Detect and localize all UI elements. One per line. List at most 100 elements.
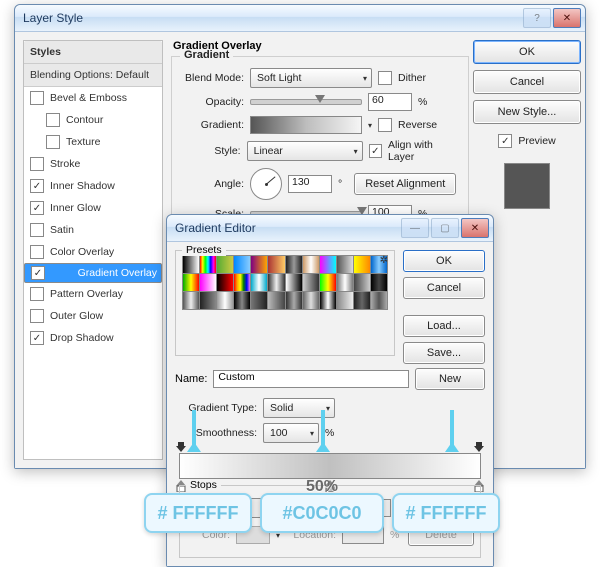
- stops-label: Stops: [186, 479, 221, 491]
- style-item[interactable]: Contour: [24, 109, 162, 131]
- new-style-button[interactable]: New Style...: [473, 100, 581, 124]
- preset-swatch[interactable]: [251, 256, 267, 273]
- style-item[interactable]: Inner Glow: [24, 197, 162, 219]
- preview-checkbox[interactable]: [498, 134, 512, 148]
- gradient-bar[interactable]: [179, 453, 481, 479]
- align-checkbox[interactable]: [369, 144, 382, 158]
- close-icon[interactable]: ✕: [461, 218, 489, 238]
- gradient-swatch[interactable]: [250, 116, 362, 134]
- preset-swatch[interactable]: [286, 256, 302, 273]
- reverse-checkbox[interactable]: [378, 118, 392, 132]
- preset-swatch[interactable]: [371, 292, 387, 309]
- style-item[interactable]: Outer Glow: [24, 305, 162, 327]
- style-item-checkbox[interactable]: [30, 331, 44, 345]
- style-item-checkbox[interactable]: [46, 135, 60, 149]
- opacity-slider[interactable]: [250, 99, 362, 105]
- preset-swatch[interactable]: [320, 274, 336, 291]
- preset-swatch[interactable]: [268, 274, 284, 291]
- preset-swatch[interactable]: [303, 256, 319, 273]
- style-item-checkbox[interactable]: [30, 179, 44, 193]
- style-item[interactable]: Color Overlay: [24, 241, 162, 263]
- preset-swatch[interactable]: [268, 292, 284, 309]
- preset-swatch[interactable]: [371, 274, 387, 291]
- style-item[interactable]: Satin: [24, 219, 162, 241]
- styles-header[interactable]: Styles: [24, 41, 162, 64]
- style-item-checkbox[interactable]: [30, 201, 44, 215]
- style-item-checkbox[interactable]: [30, 245, 44, 259]
- preset-swatch[interactable]: [217, 256, 233, 273]
- group-title: Gradient: [180, 49, 233, 61]
- preset-swatch[interactable]: [337, 292, 353, 309]
- style-item[interactable]: Texture: [24, 131, 162, 153]
- preset-swatch[interactable]: [320, 292, 336, 309]
- preset-swatch[interactable]: [354, 274, 370, 291]
- preset-swatch[interactable]: [320, 256, 336, 273]
- preset-swatch[interactable]: [217, 292, 233, 309]
- preset-swatch[interactable]: [354, 292, 370, 309]
- angle-label: Angle:: [182, 178, 244, 190]
- ge-cancel-button[interactable]: Cancel: [403, 277, 485, 299]
- style-item-checkbox[interactable]: [30, 91, 44, 105]
- callout-right: # FFFFFF: [392, 493, 500, 533]
- preset-swatch[interactable]: [183, 256, 199, 273]
- preset-swatch[interactable]: [183, 292, 199, 309]
- preset-swatch[interactable]: [183, 274, 199, 291]
- preset-swatch[interactable]: [337, 256, 353, 273]
- close-icon[interactable]: ✕: [553, 8, 581, 28]
- new-button[interactable]: New: [415, 368, 485, 390]
- preset-swatch[interactable]: [251, 274, 267, 291]
- reset-alignment-button[interactable]: Reset Alignment: [354, 173, 456, 195]
- preset-swatch[interactable]: [217, 274, 233, 291]
- maximize-icon[interactable]: ▢: [431, 218, 459, 238]
- name-input[interactable]: Custom: [213, 370, 409, 388]
- preset-swatch[interactable]: [234, 274, 250, 291]
- style-item-checkbox[interactable]: [31, 266, 45, 280]
- preset-swatch[interactable]: [234, 256, 250, 273]
- blending-options-header[interactable]: Blending Options: Default: [24, 64, 162, 87]
- cancel-button[interactable]: Cancel: [473, 70, 581, 94]
- style-select[interactable]: Linear▾: [247, 141, 363, 161]
- ok-button[interactable]: OK: [473, 40, 581, 64]
- style-item-checkbox[interactable]: [30, 309, 44, 323]
- ge-ok-button[interactable]: OK: [403, 250, 485, 272]
- style-item[interactable]: Inner Shadow: [24, 175, 162, 197]
- preset-swatch[interactable]: [286, 292, 302, 309]
- style-item[interactable]: Drop Shadow: [24, 327, 162, 349]
- styles-panel: Styles Blending Options: Default Bevel &…: [23, 40, 163, 460]
- style-item[interactable]: Pattern Overlay: [24, 283, 162, 305]
- preset-swatch[interactable]: [354, 256, 370, 273]
- angle-wheel[interactable]: [250, 168, 282, 200]
- style-item-checkbox[interactable]: [30, 287, 44, 301]
- ge-save-button[interactable]: Save...: [403, 342, 485, 364]
- smoothness-input[interactable]: 100▾: [263, 423, 319, 443]
- presets-group: Presets ✲: [175, 250, 395, 356]
- dither-checkbox[interactable]: [378, 71, 392, 85]
- style-item-checkbox[interactable]: [46, 113, 60, 127]
- chevron-down-icon[interactable]: ▾: [368, 121, 372, 130]
- style-item[interactable]: Gradient Overlay: [24, 263, 162, 283]
- blend-mode-select[interactable]: Soft Light▾: [250, 68, 372, 88]
- preset-swatch[interactable]: [200, 292, 216, 309]
- opacity-stop-right[interactable]: [474, 442, 484, 452]
- ge-load-button[interactable]: Load...: [403, 315, 485, 337]
- style-item[interactable]: Bevel & Emboss: [24, 87, 162, 109]
- preset-swatch[interactable]: [337, 274, 353, 291]
- angle-input[interactable]: 130: [288, 175, 332, 193]
- style-item-checkbox[interactable]: [30, 157, 44, 171]
- opacity-input[interactable]: 60: [368, 93, 412, 111]
- gear-icon[interactable]: ✲: [380, 255, 388, 266]
- preset-swatch[interactable]: [303, 292, 319, 309]
- preset-swatch[interactable]: [303, 274, 319, 291]
- preset-swatch[interactable]: [200, 256, 216, 273]
- style-item-label: Bevel & Emboss: [50, 92, 127, 104]
- opacity-stop-left[interactable]: [176, 442, 186, 452]
- preset-swatch[interactable]: [251, 292, 267, 309]
- preset-swatch[interactable]: [286, 274, 302, 291]
- preset-swatch[interactable]: [200, 274, 216, 291]
- style-item[interactable]: Stroke: [24, 153, 162, 175]
- help-icon[interactable]: ?: [523, 8, 551, 28]
- style-item-checkbox[interactable]: [30, 223, 44, 237]
- preset-swatch[interactable]: [268, 256, 284, 273]
- preset-swatch[interactable]: [234, 292, 250, 309]
- minimize-icon[interactable]: —: [401, 218, 429, 238]
